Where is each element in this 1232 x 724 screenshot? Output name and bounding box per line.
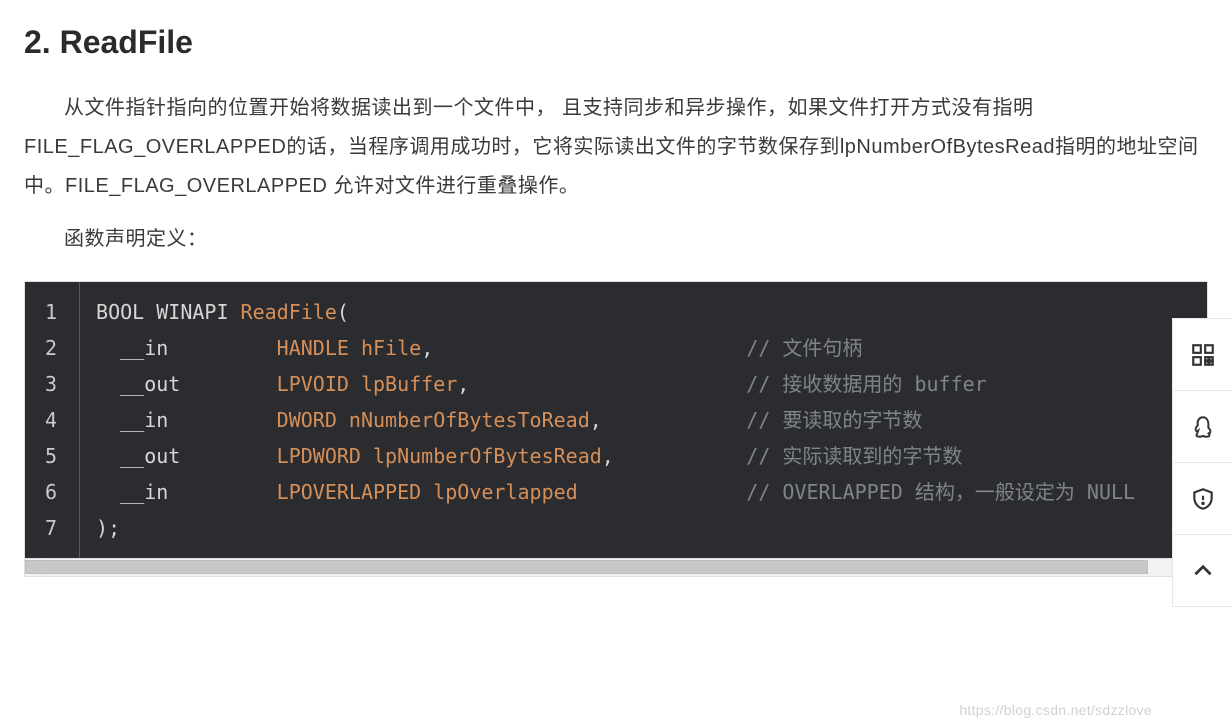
- code-block-container: 1234567 BOOL WINAPI ReadFile( __in HANDL…: [24, 281, 1208, 577]
- line-number: 6: [45, 474, 57, 510]
- section-paragraph-2: 函数声明定义：: [24, 220, 1208, 259]
- code-line: BOOL WINAPI ReadFile(: [96, 294, 1135, 330]
- line-number: 1: [45, 294, 57, 330]
- code-line: __in LPOVERLAPPED lpOverlapped // OVERLA…: [96, 474, 1135, 510]
- qr-code-icon: [1190, 342, 1216, 368]
- line-number: 7: [45, 510, 57, 546]
- code-line: );: [96, 510, 1135, 546]
- sidebar-qr-button[interactable]: [1173, 319, 1232, 391]
- scroll-thumb[interactable]: [25, 560, 1148, 574]
- shield-icon: [1190, 486, 1216, 512]
- code-line: __in HANDLE hFile, // 文件句柄: [96, 330, 1135, 366]
- chevron-up-icon: [1190, 558, 1216, 584]
- line-number: 3: [45, 366, 57, 402]
- code-line: __in DWORD nNumberOfBytesToRead, // 要读取的…: [96, 402, 1135, 438]
- section-paragraph-1: 从文件指针指向的位置开始将数据读出到一个文件中， 且支持同步和异步操作，如果文件…: [24, 89, 1208, 206]
- line-number: 4: [45, 402, 57, 438]
- line-number: 2: [45, 330, 57, 366]
- sidebar-qq-button[interactable]: [1173, 391, 1232, 463]
- code-gutter: 1234567: [25, 282, 80, 558]
- code-block: 1234567 BOOL WINAPI ReadFile( __in HANDL…: [25, 282, 1207, 558]
- watermark-text: https://blog.csdn.net/sdzzlove: [959, 702, 1152, 718]
- code-line: __out LPVOID lpBuffer, // 接收数据用的 buffer: [96, 366, 1135, 402]
- sidebar-top-button[interactable]: [1173, 535, 1232, 607]
- section-heading: 2. ReadFile: [24, 24, 1208, 61]
- code-scrollbar[interactable]: ◀ ▶: [25, 558, 1207, 576]
- article-section: 2. ReadFile 从文件指针指向的位置开始将数据读出到一个文件中， 且支持…: [0, 0, 1232, 577]
- code-body: BOOL WINAPI ReadFile( __in HANDLE hFile,…: [80, 282, 1151, 558]
- code-line: __out LPDWORD lpNumberOfBytesRead, // 实际…: [96, 438, 1135, 474]
- sidebar-report-button[interactable]: [1173, 463, 1232, 535]
- floating-sidebar: [1172, 318, 1232, 607]
- line-number: 5: [45, 438, 57, 474]
- penguin-icon: [1190, 414, 1216, 440]
